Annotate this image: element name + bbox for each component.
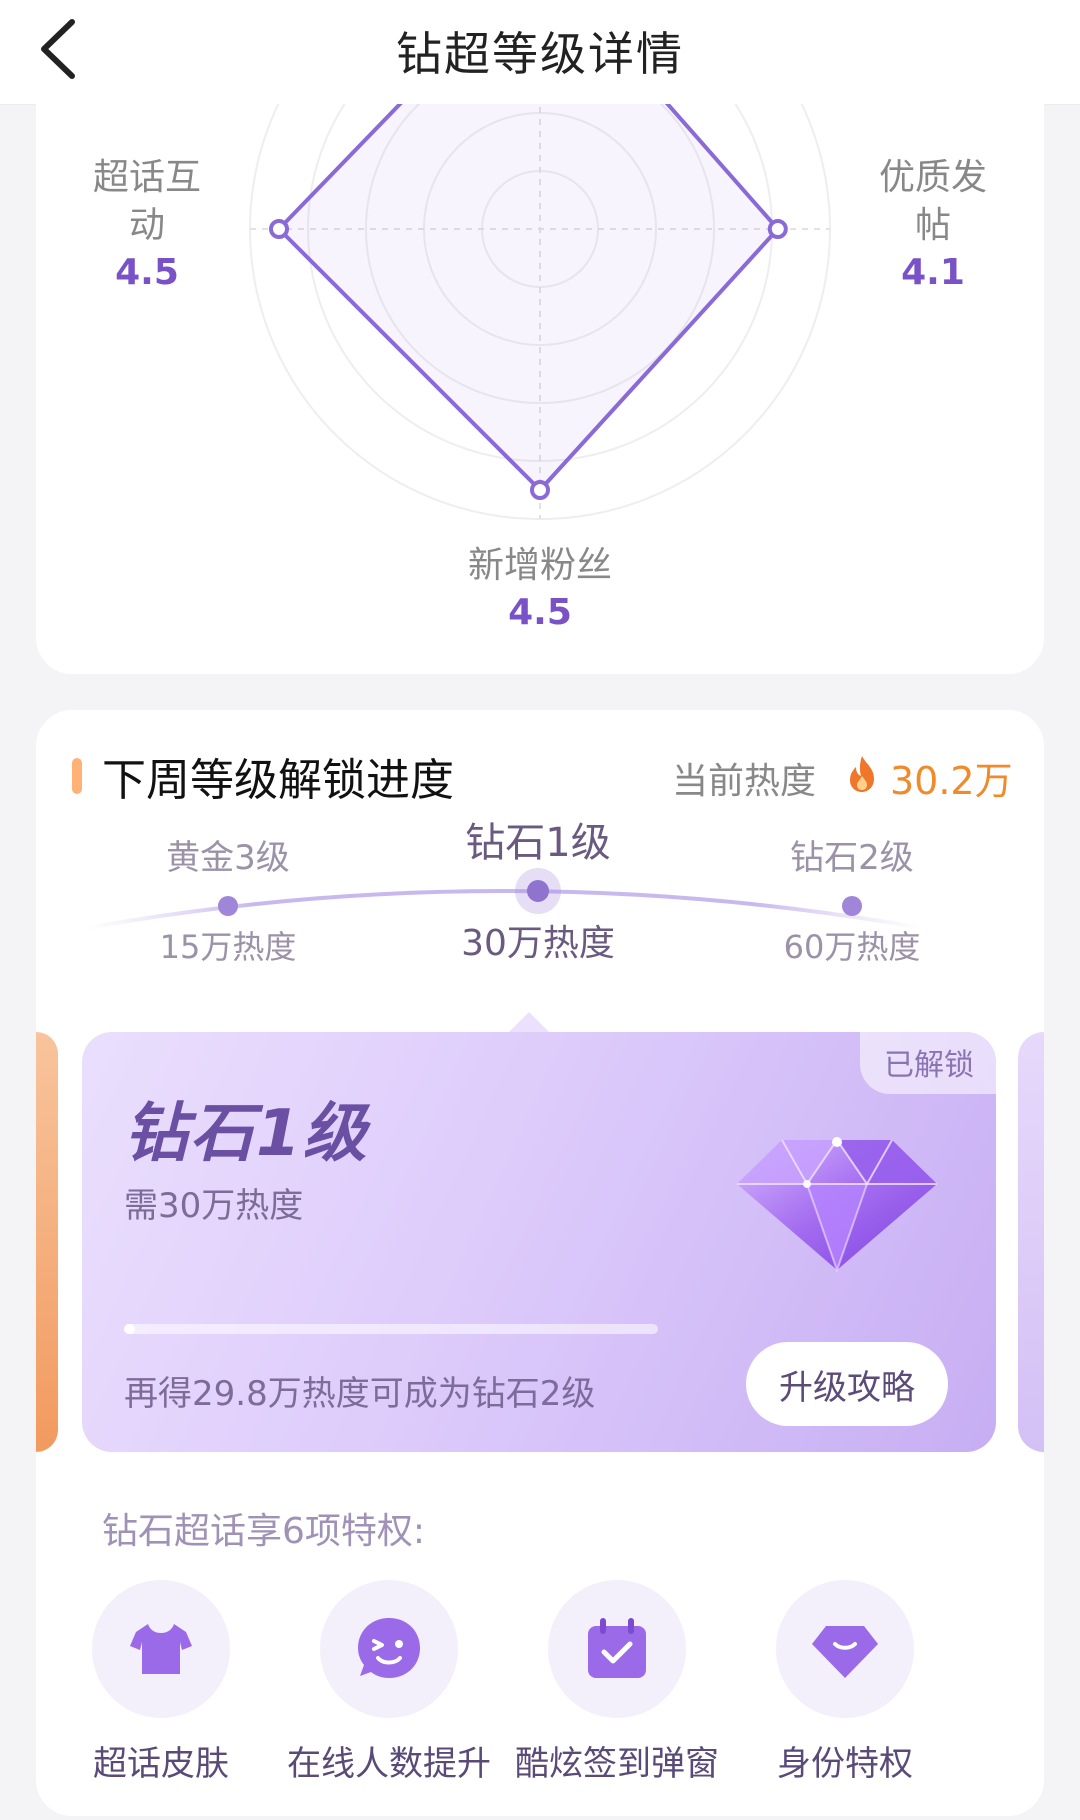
level-progress-fill [124,1324,135,1334]
radar-value-quality: 4.1 [901,252,965,293]
privilege-icon-bg [320,1580,458,1718]
section-title: 下周等级解锁进度 [102,755,454,806]
radar-area [277,104,780,492]
level-dot-gold3[interactable] [218,896,238,916]
level-dot-diamond2[interactable] [842,896,862,916]
level-detail-card[interactable]: 已解锁 钻石1级 需30万热度 再得29.8万热度可成为钻石2级 升级攻略 [82,1032,996,1452]
radar-label-fans: 新增粉丝 4.5 [440,542,640,636]
radar-point-quality-posts [767,219,788,239]
level-progress-text: 再得29.8万热度可成为钻石2级 [124,1374,596,1414]
calendar-check-icon [588,1618,646,1678]
level-card-title: 钻石1级 [124,1097,369,1171]
level-requirement: 需30万热度 [124,1186,304,1226]
current-heat-value: 30.2万 [890,759,1013,803]
flame-icon [850,756,874,792]
radar-point-new-fans [530,480,550,500]
level-track: 黄金3级 15万热度 钻石1级 30万热度 钻石2级 60万热度 [36,810,1044,1010]
level-heat-diamond2: 60万热度 [783,928,921,966]
level-progress-bar [124,1324,658,1334]
privilege-label: 酷炫签到弹窗 [515,1744,719,1784]
radar-value-fans: 4.5 [508,592,572,633]
page-title: 钻超等级详情 [396,27,684,81]
level-heat-diamond1: 30万热度 [461,923,615,964]
radar-label-fans-name: 新增粉丝 [467,545,612,586]
radar-label-quality-line1: 优质发 [878,157,987,198]
privilege-icon-bg [776,1580,914,1718]
section-accent-bar [72,758,82,794]
wink-face-icon [358,1618,420,1678]
privileges-title: 钻石超话享6项特权: [102,1511,426,1552]
privilege-label: 身份特权 [777,1744,913,1784]
privilege-icon-bg [92,1580,230,1718]
radar-card: 超话互 动 4.5 优质发 帖 4.1 新增粉丝 4.5 [36,104,1044,674]
privilege-identity[interactable]: 身份特权 [730,1580,960,1785]
privilege-label: 超话皮肤 [93,1744,229,1784]
next-level-card-edge[interactable] [1018,1032,1044,1452]
level-card-pointer [507,1012,551,1034]
diamond-gem-icon [737,1137,937,1272]
privilege-topic-skin[interactable]: 超话皮肤 [46,1580,276,1785]
radar-label-interaction-line2: 动 [128,205,165,246]
radar-value-interaction: 4.5 [115,252,179,293]
radar-label-interaction-line1: 超话互 [92,157,201,198]
prev-level-card-edge[interactable] [36,1032,58,1452]
radar-label-interaction: 超话互 动 4.5 [72,154,222,296]
level-name-gold3[interactable]: 黄金3级 [118,830,338,879]
radar-point-topic-interaction [269,219,289,239]
radar-label-quality: 优质发 帖 4.1 [858,154,1008,296]
level-progress-card: 下周等级解锁进度 当前热度 30.2万 黄金3级 15万热度 钻石1级 30万热… [36,710,1044,1816]
unlocked-badge: 已解锁 [860,1032,996,1094]
diamond-icon [812,1626,878,1678]
privilege-online-count[interactable]: 在线人数提升 [274,1580,504,1785]
privilege-checkin-popup[interactable]: 酷炫签到弹窗 [502,1580,732,1785]
level-dot-diamond1[interactable] [527,880,549,902]
privilege-label: 在线人数提升 [287,1744,491,1784]
level-heat-gold3: 15万热度 [159,928,297,966]
current-heat-label: 当前热度 [672,761,817,802]
upgrade-guide-button[interactable]: 升级攻略 [746,1342,948,1426]
tshirt-icon [130,1624,192,1674]
privilege-icon-bg [548,1580,686,1718]
level-name-diamond1[interactable]: 钻石1级 [428,810,648,868]
radar-label-quality-line2: 帖 [914,205,951,246]
level-name-diamond2[interactable]: 钻石2级 [742,830,962,879]
top-bar: 钻超等级详情 [0,0,1080,105]
